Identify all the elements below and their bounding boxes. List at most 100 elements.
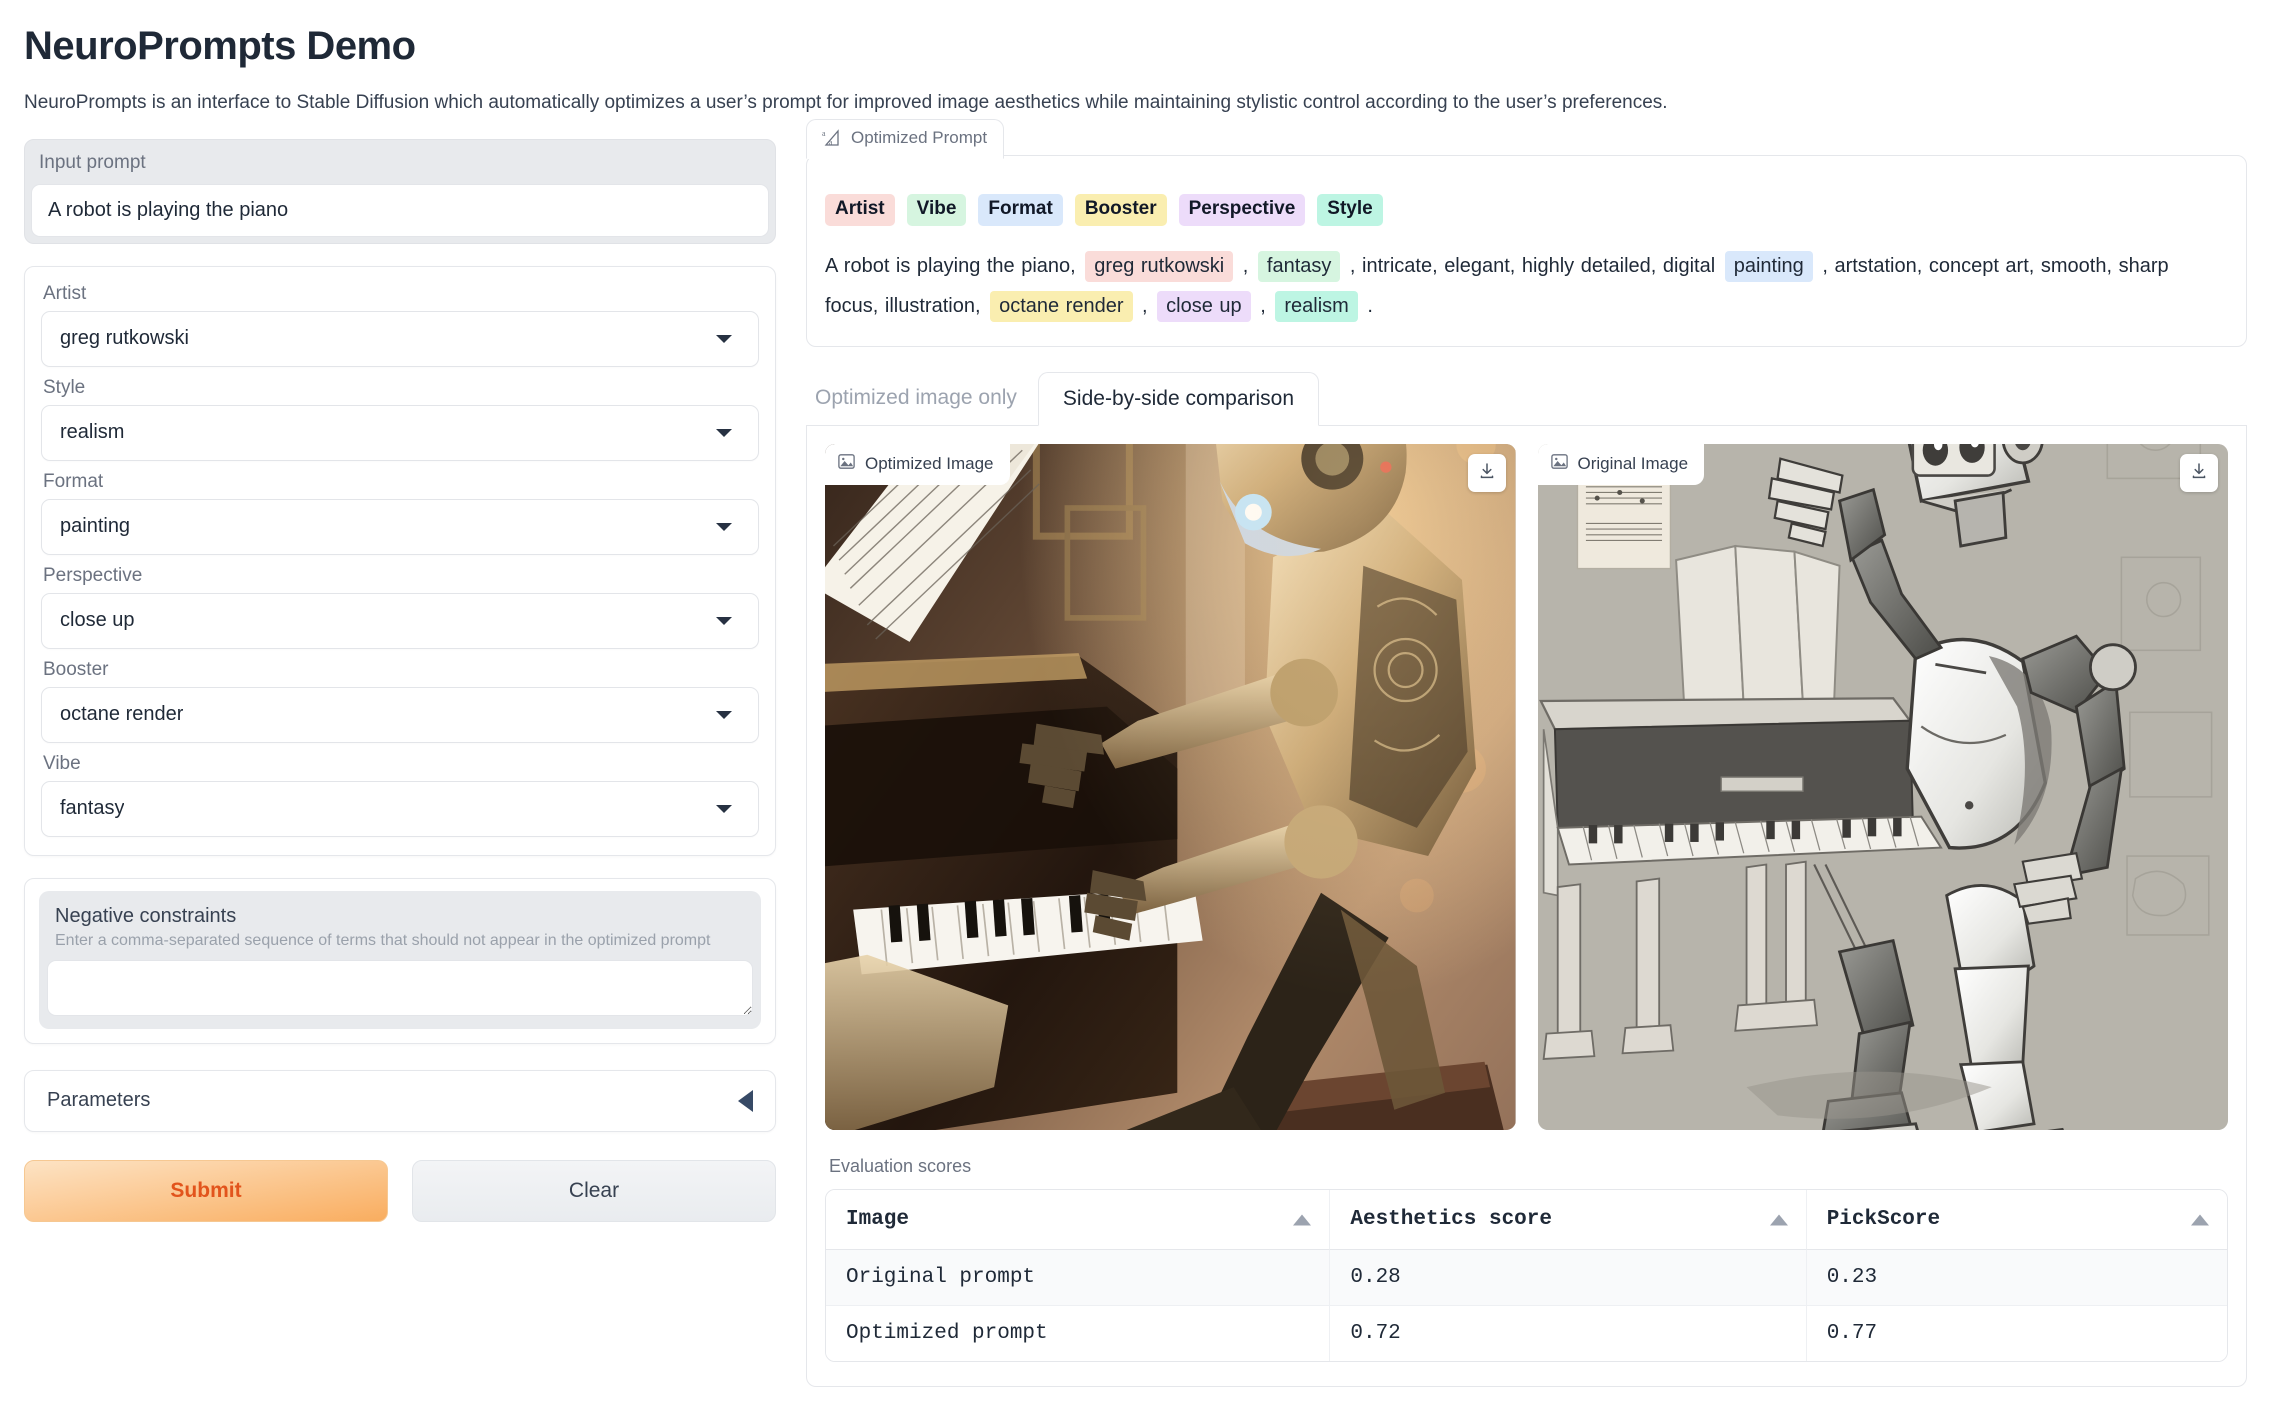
evaluation-scores-table: Image Aesthetics score PickScore Origina… (825, 1189, 2228, 1363)
negative-constraints-shell: Negative constraints Enter a comma-separ… (39, 890, 761, 1029)
legend-chip-perspective: Perspective (1178, 193, 1306, 227)
legend-chip-vibe: Vibe (906, 193, 967, 227)
input-prompt-field[interactable] (31, 183, 769, 237)
prompt-token: . (1360, 295, 1373, 318)
text-diff-icon: a a (821, 128, 841, 148)
negative-constraints-card: Negative constraints Enter a comma-separ… (24, 877, 776, 1044)
chevron-down-icon (716, 804, 732, 813)
cell-aesthetics: 0.28 (1330, 1250, 1807, 1307)
prompt-token-perspective: close up (1157, 291, 1251, 323)
dropdown-style-value: realism (60, 421, 125, 444)
submit-button[interactable]: Submit (24, 1159, 388, 1222)
image-icon (837, 452, 856, 476)
optimized-image-card: Optimized Image (825, 444, 1516, 1131)
optimized-prompt-body: Artist Vibe Format Booster Perspective S… (825, 172, 2228, 327)
action-buttons: Submit Clear (24, 1159, 776, 1222)
image-view-tabs: Optimized image only Side-by-side compar… (806, 371, 2247, 427)
cell-aesthetics: 0.72 (1330, 1306, 1807, 1362)
legend-chip-artist: Artist (825, 193, 895, 227)
prompt-token-style: realism (1275, 291, 1358, 323)
chevron-down-icon (716, 710, 732, 719)
column-header-image-label: Image (846, 1208, 910, 1232)
clear-button[interactable]: Clear (412, 1159, 776, 1222)
prompt-token-format: painting (1724, 251, 1813, 283)
evaluation-scores-label: Evaluation scores (829, 1156, 972, 1177)
optimized-image (825, 444, 1516, 1131)
table-header-row: Image Aesthetics score PickScore (826, 1190, 2227, 1251)
column-header-aesthetics[interactable]: Aesthetics score (1330, 1190, 1807, 1251)
optimized-prompt-block: a a Optimized Prompt Artist Vibe Format (806, 118, 2247, 348)
page-title: NeuroPrompts Demo (24, 24, 416, 68)
dropdown-vibe[interactable]: fantasy (41, 780, 759, 837)
sort-ascending-icon[interactable] (1769, 1214, 1788, 1226)
dropdown-artist[interactable]: greg rutkowski (41, 310, 759, 367)
download-icon (1477, 461, 1497, 486)
cell-image: Optimized prompt (826, 1306, 1331, 1362)
image-icon (1550, 452, 1569, 476)
input-prompt-label: Input prompt (39, 151, 146, 173)
prompt-token: , (1236, 255, 1255, 278)
column-header-image[interactable]: Image (826, 1190, 1331, 1251)
negative-constraints-field[interactable] (47, 959, 753, 1016)
prompt-token-artist: greg rutkowski (1085, 251, 1234, 283)
legend-chip-format: Format (978, 193, 1063, 227)
dropdown-booster-value: octane render (60, 703, 184, 726)
legend-chip-booster: Booster (1074, 193, 1167, 227)
prompt-token: A robot is playing the piano, (825, 255, 1083, 278)
cell-pickscore: 0.23 (1806, 1250, 2227, 1307)
download-icon (2189, 461, 2209, 486)
dropdown-label-booster: Booster (43, 658, 109, 680)
original-image-card: Original Image (1537, 444, 2228, 1131)
parameters-label: Parameters (47, 1089, 151, 1112)
dropdown-label-vibe: Vibe (43, 752, 81, 774)
tab-optimized-prompt[interactable]: a a Optimized Prompt (806, 118, 1005, 159)
tab-optimized-image-only[interactable]: Optimized image only (806, 371, 1038, 425)
optimized-prompt-text: A robot is playing the piano, greg rutko… (825, 246, 2228, 326)
original-image-badge: Original Image (1537, 444, 1705, 486)
results-column: a a Optimized Prompt Artist Vibe Format (806, 118, 2247, 1388)
dropdown-artist-value: greg rutkowski (60, 327, 189, 350)
negative-constraints-hint: Enter a comma-separated sequence of term… (55, 931, 711, 949)
download-optimized-image-button[interactable] (1467, 454, 1506, 493)
prompt-legend: Artist Vibe Format Booster Perspective S… (825, 193, 2228, 227)
chevron-down-icon (716, 616, 732, 625)
parameters-accordion[interactable]: Parameters (24, 1069, 776, 1132)
main-columns: Input prompt Artist greg rutkowski Style… (24, 118, 2247, 1388)
dropdown-label-format: Format (43, 470, 104, 492)
chevron-down-icon (716, 334, 732, 343)
prompt-token: , (1135, 295, 1155, 318)
cell-pickscore: 0.77 (1826, 1322, 1878, 1346)
prompt-token-vibe: fantasy (1257, 251, 1341, 283)
prompt-token: , (1253, 295, 1273, 318)
column-header-pickscore-label: PickScore (1826, 1208, 1941, 1232)
legend-chip-style: Style (1317, 193, 1383, 227)
table-row: Original prompt 0.28 0.23 (826, 1250, 2227, 1307)
column-header-aesthetics-label: Aesthetics score (1350, 1208, 1552, 1232)
chevron-down-icon (716, 428, 732, 437)
tab-side-by-side-comparison[interactable]: Side-by-side comparison (1037, 372, 1320, 427)
dropdown-perspective-value: close up (60, 609, 135, 632)
sort-ascending-icon[interactable] (2191, 1214, 2209, 1226)
optimized-image-badge-label: Optimized Image (865, 454, 994, 474)
prompt-token: , intricate, elegant, highly detailed, d… (1343, 255, 1722, 278)
tab-optimized-prompt-label: Optimized Prompt (851, 127, 988, 147)
dropdown-booster[interactable]: octane render (41, 686, 759, 743)
sort-ascending-icon[interactable] (1293, 1214, 1312, 1226)
input-prompt-block: Input prompt (24, 138, 776, 244)
negative-constraints-label: Negative constraints (55, 904, 237, 927)
style-controls-card: Artist greg rutkowski Style realism Form… (24, 265, 776, 856)
optimized-image-badge: Optimized Image (825, 444, 1010, 486)
dropdown-perspective[interactable]: close up (41, 592, 759, 649)
optimized-prompt-tabbar: a a Optimized Prompt (806, 118, 1005, 195)
dropdown-format[interactable]: painting (41, 498, 759, 555)
table-row: Optimized prompt 0.72 0.77 (826, 1306, 2227, 1362)
column-header-pickscore[interactable]: PickScore (1806, 1190, 2227, 1251)
page-subtitle: NeuroPrompts is an interface to Stable D… (24, 92, 1668, 113)
download-original-image-button[interactable] (2180, 454, 2218, 493)
image-comparison-panel: Optimized Image Original Image Evaluatio… (806, 426, 2247, 1388)
dropdown-style[interactable]: realism (41, 404, 759, 461)
app-root: NeuroPrompts Demo NeuroPrompts is an int… (0, 0, 2271, 1404)
dropdown-label-artist: Artist (43, 282, 87, 304)
prompt-token-booster: octane render (990, 291, 1133, 323)
original-image-badge-label: Original Image (1577, 454, 1689, 474)
